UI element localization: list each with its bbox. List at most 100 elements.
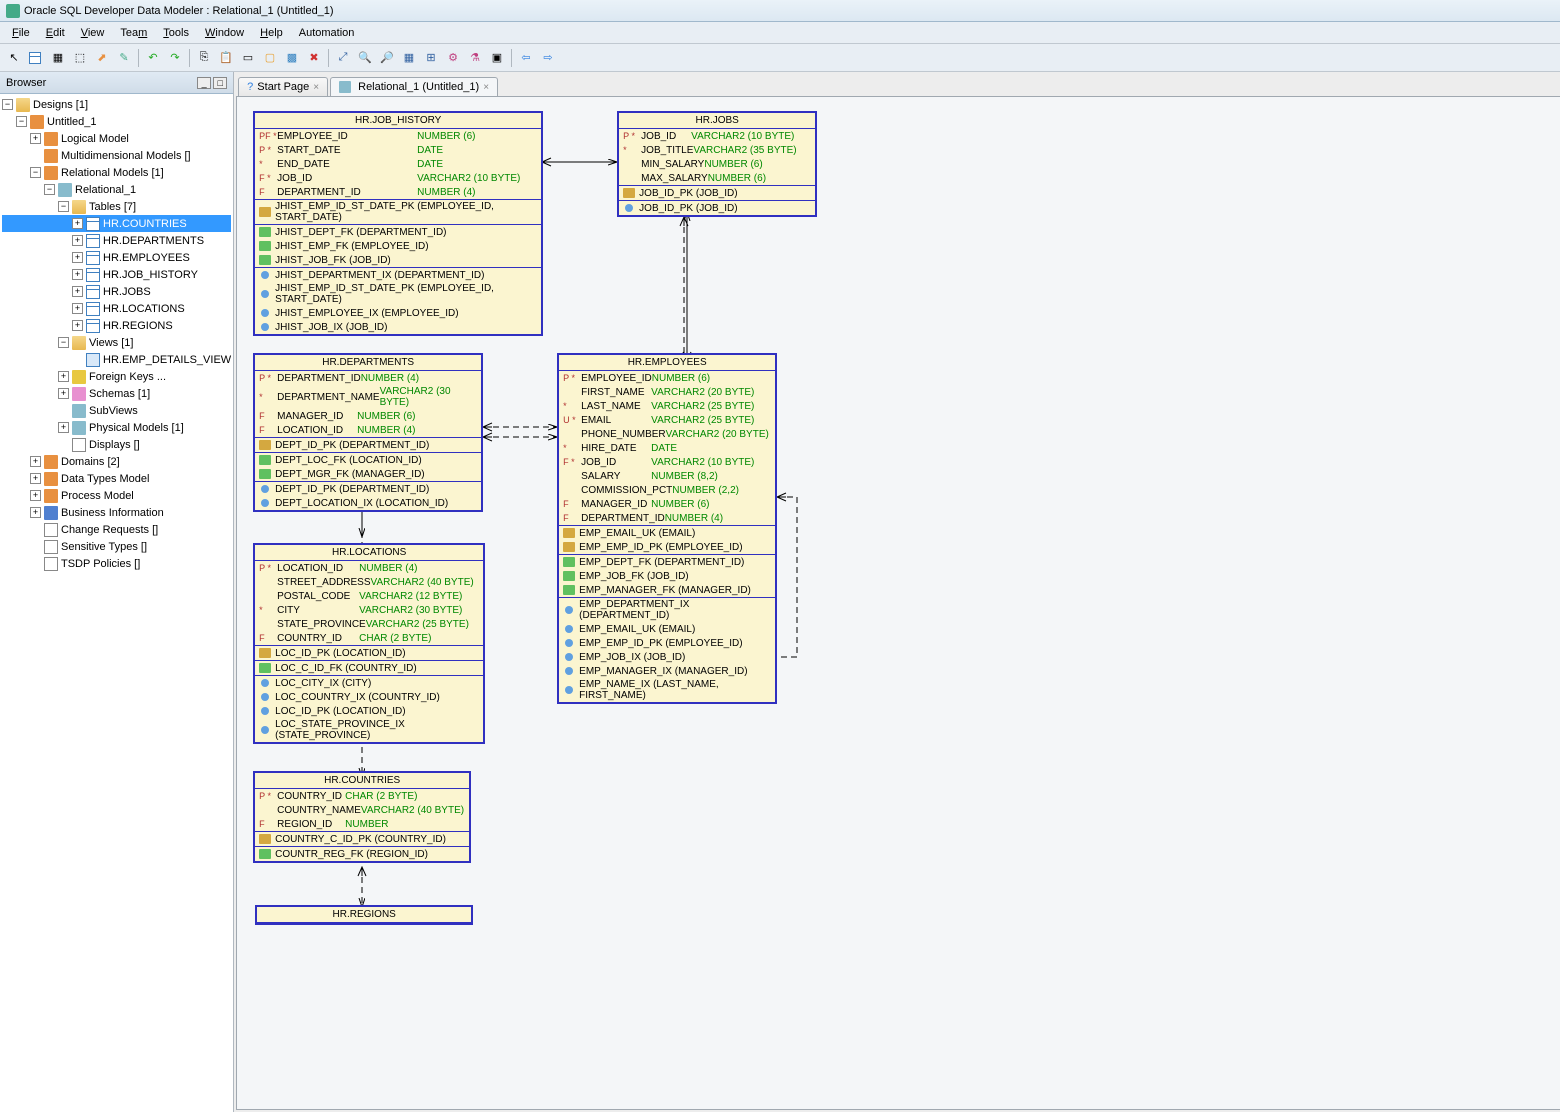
toolbar-separator xyxy=(328,49,329,67)
tree-designs[interactable]: −Designs [1] xyxy=(2,96,231,113)
tool-split-icon[interactable]: ⬚ xyxy=(70,48,90,68)
constraint-row: EMP_EMAIL_UK (EMAIL) xyxy=(559,526,775,540)
tree-relmodels[interactable]: −Relational Models [1] xyxy=(2,164,231,181)
tree-logical[interactable]: +Logical Model xyxy=(2,130,231,147)
tree-fkeys[interactable]: +Foreign Keys ... xyxy=(2,368,231,385)
tree-table-countries[interactable]: +HR.COUNTRIES xyxy=(2,215,231,232)
entity-regions[interactable]: HR.REGIONS xyxy=(255,905,473,925)
tool-zoom-in-icon[interactable]: 🔍 xyxy=(355,48,375,68)
tree-views[interactable]: −Views [1] xyxy=(2,334,231,351)
tool-undo-icon[interactable]: ↶ xyxy=(143,48,163,68)
entity-job-history[interactable]: HR.JOB_HISTORY PF *EMPLOYEE_IDNUMBER (6)… xyxy=(253,111,543,336)
toolbar-separator xyxy=(511,49,512,67)
tree-table-regions[interactable]: +HR.REGIONS xyxy=(2,317,231,334)
tree-changereq[interactable]: Change Requests [] xyxy=(2,521,231,538)
tree-tsdp[interactable]: TSDP Policies [] xyxy=(2,555,231,572)
tree-sensitive[interactable]: Sensitive Types [] xyxy=(2,538,231,555)
tool-view-icon[interactable]: ▦ xyxy=(48,48,68,68)
constraint-row: JHIST_EMP_FK (EMPLOYEE_ID) xyxy=(255,239,541,253)
tree-tables[interactable]: −Tables [7] xyxy=(2,198,231,215)
constraint-row: COUNTRY_C_ID_PK (COUNTRY_ID) xyxy=(255,832,469,846)
browser-panel-title: Browser xyxy=(6,77,46,89)
tool-note-icon[interactable]: ✎ xyxy=(114,48,134,68)
tree-process[interactable]: +Process Model xyxy=(2,487,231,504)
tool-image-icon[interactable]: ▩ xyxy=(282,48,302,68)
tool-pointer-icon[interactable]: ↖ xyxy=(4,48,24,68)
tool-fk-icon[interactable]: ⬈ xyxy=(92,48,112,68)
entity-title: HR.DEPARTMENTS xyxy=(255,355,481,371)
tree-multidim[interactable]: Multidimensional Models [] xyxy=(2,147,231,164)
tree-rel1[interactable]: −Relational_1 xyxy=(2,181,231,198)
entity-jobs[interactable]: HR.JOBS P *JOB_IDVARCHAR2 (10 BYTE) *JOB… xyxy=(617,111,817,217)
tree-business[interactable]: +Business Information xyxy=(2,504,231,521)
tree-table-jobhistory[interactable]: +HR.JOB_HISTORY xyxy=(2,266,231,283)
tool-engineer-icon[interactable]: ⚙ xyxy=(443,48,463,68)
close-icon[interactable]: × xyxy=(483,82,489,93)
menubar: File Edit View Team Tools Window Help Au… xyxy=(0,22,1560,44)
browser-tree[interactable]: −Designs [1] −Untitled_1 +Logical Model … xyxy=(0,94,233,1112)
tool-compare-icon[interactable]: ⚗ xyxy=(465,48,485,68)
column-row: PF *EMPLOYEE_IDNUMBER (6) xyxy=(255,129,541,143)
entity-departments[interactable]: HR.DEPARTMENTS P *DEPARTMENT_IDNUMBER (4… xyxy=(253,353,483,512)
panel-minimize-icon[interactable]: _ xyxy=(197,77,211,89)
panel-maximize-icon[interactable]: □ xyxy=(213,77,227,89)
menu-edit[interactable]: Edit xyxy=(38,25,73,41)
tree-table-departments[interactable]: +HR.DEPARTMENTS xyxy=(2,232,231,249)
tool-paste-icon[interactable]: 📋 xyxy=(216,48,236,68)
column-row: FMANAGER_IDNUMBER (6) xyxy=(255,409,481,423)
constraint-row: JHIST_EMP_ID_ST_DATE_PK (EMPLOYEE_ID, ST… xyxy=(255,200,541,224)
diagram-canvas[interactable]: HR.JOB_HISTORY PF *EMPLOYEE_IDNUMBER (6)… xyxy=(236,96,1560,1110)
constraint-row: DEPT_LOCATION_IX (LOCATION_ID) xyxy=(255,496,481,510)
column-row: F *JOB_IDVARCHAR2 (10 BYTE) xyxy=(559,455,775,469)
window-title: Oracle SQL Developer Data Modeler : Rela… xyxy=(24,5,334,17)
entity-locations[interactable]: HR.LOCATIONS P *LOCATION_IDNUMBER (4)STR… xyxy=(253,543,485,744)
tab-start-page[interactable]: ?Start Page× xyxy=(238,77,328,96)
menu-window[interactable]: Window xyxy=(197,25,252,41)
menu-tools[interactable]: Tools xyxy=(155,25,197,41)
tool-layout-icon[interactable]: ⊞ xyxy=(421,48,441,68)
tree-domains[interactable]: +Domains [2] xyxy=(2,453,231,470)
tool-zoom-out-icon[interactable]: 🔎 xyxy=(377,48,397,68)
column-row: P *EMPLOYEE_IDNUMBER (6) xyxy=(559,371,775,385)
tree-subviews[interactable]: SubViews xyxy=(2,402,231,419)
tool-copy-icon[interactable]: ⎘ xyxy=(194,48,214,68)
tab-relational[interactable]: Relational_1 (Untitled_1)× xyxy=(330,77,498,96)
tree-schemas[interactable]: +Schemas [1] xyxy=(2,385,231,402)
tree-physical[interactable]: +Physical Models [1] xyxy=(2,419,231,436)
tree-untitled[interactable]: −Untitled_1 xyxy=(2,113,231,130)
column-row: FDEPARTMENT_IDNUMBER (4) xyxy=(559,511,775,525)
tool-delete-icon[interactable]: ✖ xyxy=(304,48,324,68)
tool-redo-icon[interactable]: ↷ xyxy=(165,48,185,68)
column-row: STREET_ADDRESSVARCHAR2 (40 BYTE) xyxy=(255,575,483,589)
constraint-row: JOB_ID_PK (JOB_ID) xyxy=(619,186,815,200)
column-row: *DEPARTMENT_NAMEVARCHAR2 (30 BYTE) xyxy=(255,385,481,409)
tree-datatypes[interactable]: +Data Types Model xyxy=(2,470,231,487)
menu-view[interactable]: View xyxy=(73,25,113,41)
tool-forward-icon[interactable]: ⇨ xyxy=(538,48,558,68)
entity-countries[interactable]: HR.COUNTRIES P *COUNTRY_IDCHAR (2 BYTE)C… xyxy=(253,771,471,863)
tool-new-icon[interactable]: ▢ xyxy=(260,48,280,68)
tool-table-icon[interactable] xyxy=(26,48,46,68)
constraint-row: JHIST_DEPARTMENT_IX (DEPARTMENT_ID) xyxy=(255,268,541,282)
tree-displays[interactable]: Displays [] xyxy=(2,436,231,453)
constraint-row: EMP_EMP_ID_PK (EMPLOYEE_ID) xyxy=(559,540,775,554)
menu-team[interactable]: Team xyxy=(112,25,155,41)
tree-table-jobs[interactable]: +HR.JOBS xyxy=(2,283,231,300)
tree-view-empdetails[interactable]: HR.EMP_DETAILS_VIEW xyxy=(2,351,231,368)
menu-file[interactable]: File xyxy=(4,25,38,41)
tree-table-employees[interactable]: +HR.EMPLOYEES xyxy=(2,249,231,266)
entity-employees[interactable]: HR.EMPLOYEES P *EMPLOYEE_IDNUMBER (6)FIR… xyxy=(557,353,777,704)
toolbar-separator xyxy=(138,49,139,67)
window-titlebar: Oracle SQL Developer Data Modeler : Rela… xyxy=(0,0,1560,22)
toolbar: ↖ ▦ ⬚ ⬈ ✎ ↶ ↷ ⎘ 📋 ▭ ▢ ▩ ✖ ⤢ 🔍 🔎 ▦ ⊞ ⚙ ⚗ … xyxy=(0,44,1560,72)
menu-automation[interactable]: Automation xyxy=(291,25,363,41)
menu-help[interactable]: Help xyxy=(252,25,291,41)
tool-zoom-fit-icon[interactable]: ⤢ xyxy=(333,48,353,68)
tool-grid-icon[interactable]: ▦ xyxy=(399,48,419,68)
tool-back-icon[interactable]: ⇦ xyxy=(516,48,536,68)
close-icon[interactable]: × xyxy=(313,82,319,93)
constraint-row: EMP_NAME_IX (LAST_NAME, FIRST_NAME) xyxy=(559,678,775,702)
tree-table-locations[interactable]: +HR.LOCATIONS xyxy=(2,300,231,317)
tool-doc-icon[interactable]: ▭ xyxy=(238,48,258,68)
tool-box-icon[interactable]: ▣ xyxy=(487,48,507,68)
